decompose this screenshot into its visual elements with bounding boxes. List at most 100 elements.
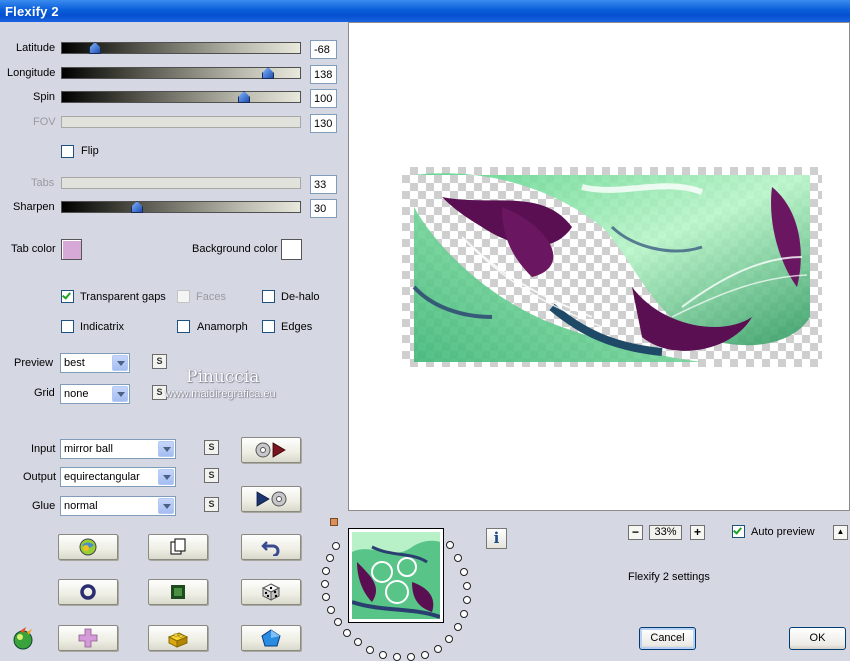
output-select-value: equirectangular	[64, 471, 140, 483]
nav-dot	[334, 618, 342, 626]
latitude-label: Latitude	[16, 42, 56, 54]
background-color-swatch[interactable]	[281, 239, 302, 260]
fov-slider	[61, 116, 301, 128]
preview-label: Preview	[14, 357, 54, 369]
preview-select[interactable]: best	[60, 353, 130, 373]
nav-dot	[322, 567, 330, 575]
spin-slider-thumb[interactable]	[238, 91, 250, 103]
nav-dot	[454, 623, 462, 631]
sharpen-label: Sharpen	[13, 201, 55, 213]
latitude-slider-thumb[interactable]	[89, 42, 101, 54]
status-text: Flexify 2 settings	[628, 571, 710, 583]
undo-button[interactable]	[241, 534, 301, 560]
chevron-down-icon[interactable]	[158, 441, 174, 457]
cross-button[interactable]	[58, 625, 118, 651]
output-select[interactable]: equirectangular	[60, 467, 176, 487]
tabs-value: 33	[310, 175, 337, 194]
nav-dot	[460, 568, 468, 576]
flip-checkbox[interactable]	[61, 145, 74, 158]
thumbnail-art-icon	[351, 532, 441, 619]
spin-value[interactable]: 100	[310, 89, 337, 108]
sharpen-slider[interactable]	[61, 201, 301, 213]
info-button[interactable]: i	[486, 528, 507, 549]
nav-dot	[354, 638, 362, 646]
spin-label: Spin	[33, 91, 56, 103]
pentagon-icon	[261, 629, 281, 647]
longitude-slider[interactable]	[61, 67, 301, 79]
longitude-value[interactable]: 138	[310, 65, 337, 84]
copy-button[interactable]	[148, 534, 208, 560]
navigator-thumbnail[interactable]	[348, 528, 444, 623]
anamorph-checkbox[interactable]	[177, 320, 190, 333]
latitude-value[interactable]: -68	[310, 40, 337, 59]
output-s-button[interactable]: S	[204, 468, 219, 483]
input-s-button[interactable]: S	[204, 440, 219, 455]
longitude-slider-thumb[interactable]	[262, 67, 274, 79]
chevron-down-icon[interactable]	[112, 386, 128, 402]
de-halo-checkbox[interactable]	[262, 290, 275, 303]
grid-select[interactable]: none	[60, 384, 130, 404]
preview-select-value: best	[64, 357, 85, 369]
latitude-slider[interactable]	[61, 42, 301, 54]
random-dice-button[interactable]	[241, 579, 301, 605]
edges-checkbox[interactable]	[262, 320, 275, 333]
flexified-image-art	[412, 173, 810, 362]
sharpen-slider-thumb[interactable]	[131, 201, 143, 213]
nav-dot	[460, 610, 468, 618]
ring-button[interactable]	[58, 579, 118, 605]
glue-select-value: normal	[64, 500, 98, 512]
ball-icon	[79, 538, 97, 556]
nav-dot	[366, 646, 374, 654]
plus-cross-icon	[78, 628, 98, 648]
fov-value: 130	[310, 114, 337, 133]
nav-dot	[332, 542, 340, 550]
indicatrix-label: Indicatrix	[80, 321, 125, 333]
cancel-button[interactable]: Cancel	[639, 627, 696, 650]
nav-dot	[407, 653, 415, 661]
nav-dot	[463, 596, 471, 604]
check-icon	[62, 290, 71, 300]
frame-button[interactable]	[148, 579, 208, 605]
glue-label: Glue	[32, 500, 56, 512]
navigator-handle-icon[interactable]	[330, 518, 338, 526]
transparent-gaps-checkbox[interactable]	[61, 290, 74, 303]
watermark-name: Pinuccia	[186, 367, 260, 387]
tab-color-label: Tab color	[11, 243, 56, 255]
auto-preview-label: Auto preview	[751, 526, 815, 538]
lego-brick-icon	[167, 632, 189, 648]
green-square-icon	[171, 585, 185, 599]
watermark-site: www.maidiregrafica.eu	[165, 388, 276, 400]
tab-color-swatch[interactable]	[61, 239, 82, 260]
nav-dot	[446, 541, 454, 549]
save-output-button[interactable]	[241, 486, 301, 512]
auto-preview-checkbox[interactable]	[732, 525, 745, 538]
load-input-button[interactable]	[241, 437, 301, 463]
pentagon-button[interactable]	[241, 625, 301, 651]
indicatrix-checkbox[interactable]	[61, 320, 74, 333]
zoom-level: 33%	[649, 525, 682, 540]
ok-button[interactable]: OK	[789, 627, 846, 650]
preview-image	[402, 167, 822, 367]
background-color-label: Background color	[192, 243, 278, 255]
glue-select[interactable]: normal	[60, 496, 176, 516]
zoom-in-button[interactable]: +	[690, 525, 705, 540]
chevron-down-icon[interactable]	[158, 469, 174, 485]
preview-s-button[interactable]: S	[152, 354, 167, 369]
input-select[interactable]: mirror ball	[60, 439, 176, 459]
nav-dot	[463, 582, 471, 590]
zoom-out-button[interactable]: −	[628, 525, 643, 540]
grid-label: Grid	[34, 387, 55, 399]
preview-pane[interactable]	[348, 22, 850, 511]
chevron-down-icon[interactable]	[158, 498, 174, 514]
chevron-down-icon[interactable]	[112, 355, 128, 371]
spin-slider[interactable]	[61, 91, 301, 103]
brick-button[interactable]	[148, 625, 208, 651]
collapse-up-button[interactable]: ▲	[833, 525, 848, 540]
disc-to-play-icon	[255, 442, 286, 458]
sharpen-value[interactable]: 30	[310, 199, 337, 218]
tabs-slider	[61, 177, 301, 189]
randomize-ball-button[interactable]	[58, 534, 118, 560]
glue-s-button[interactable]: S	[204, 497, 219, 512]
nav-dot	[343, 629, 351, 637]
output-label: Output	[23, 471, 57, 483]
